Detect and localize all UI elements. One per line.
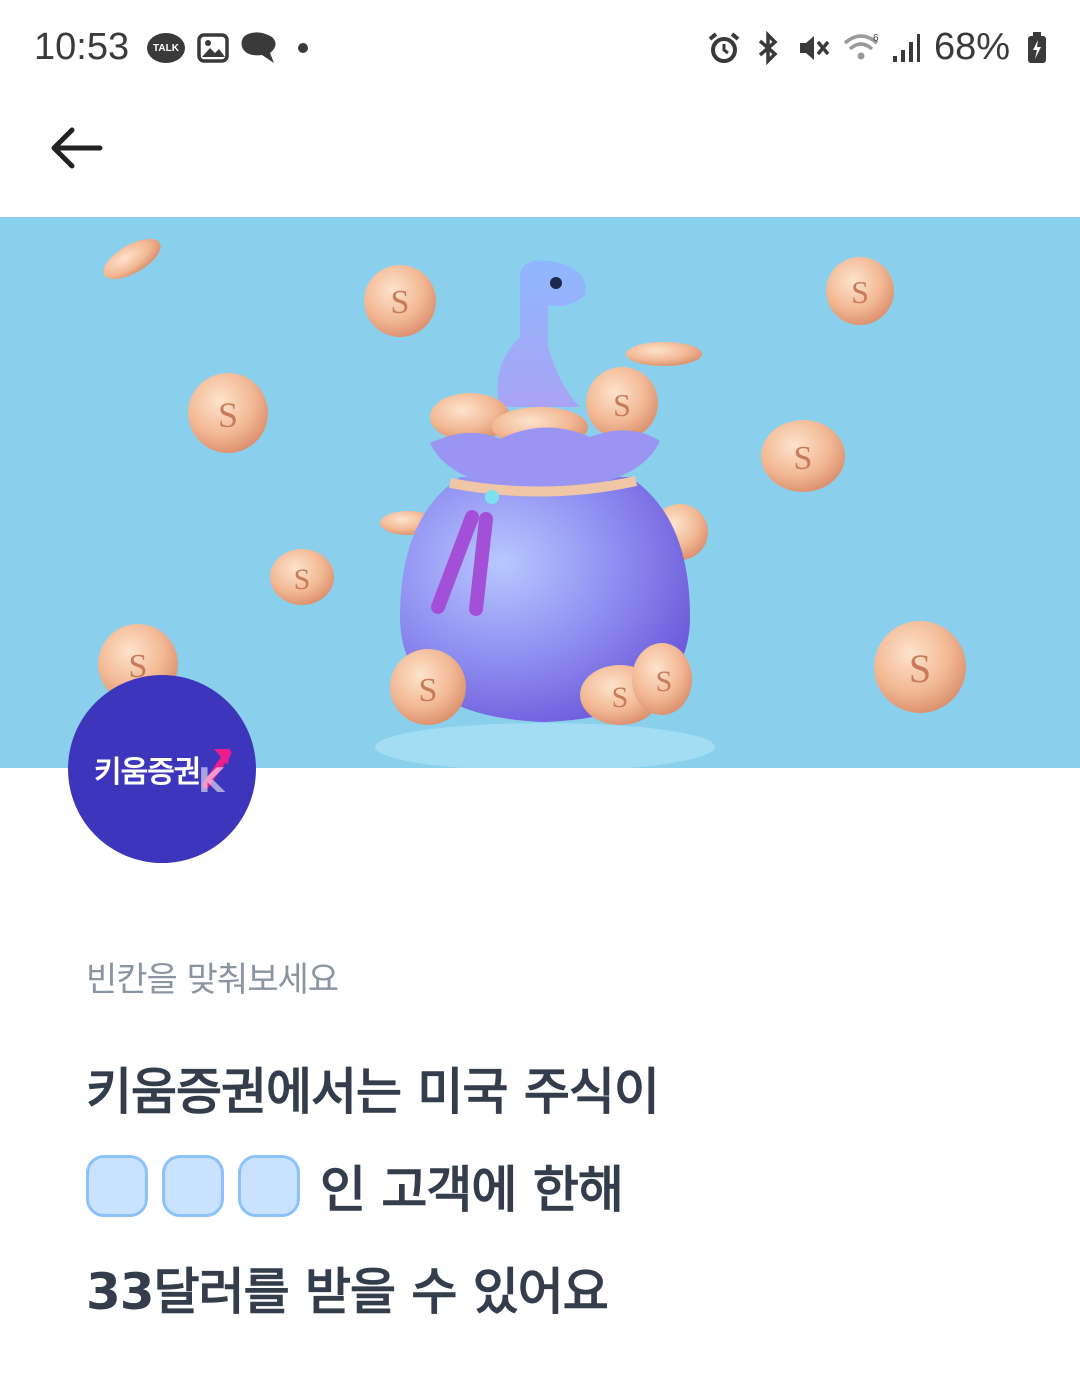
svg-text:S: S xyxy=(218,395,238,435)
bluetooth-icon xyxy=(752,30,784,66)
battery-percent: 68% xyxy=(934,26,1011,68)
blank-box-1[interactable] xyxy=(86,1155,148,1217)
svg-text:S: S xyxy=(794,440,813,477)
svg-text:S: S xyxy=(612,681,629,714)
svg-text:6: 6 xyxy=(873,33,879,44)
svg-text:S: S xyxy=(851,274,869,310)
back-button[interactable] xyxy=(40,112,112,184)
notification-dot-icon xyxy=(296,30,310,66)
svg-text:S: S xyxy=(909,646,931,691)
arrow-left-icon xyxy=(51,127,103,169)
alarm-icon xyxy=(706,30,742,66)
quiz-question-line-1: 키움증권에서는 미국 주식이 xyxy=(86,1063,660,1121)
svg-text:S: S xyxy=(656,665,673,698)
svg-text:S: S xyxy=(391,284,410,321)
svg-text:S: S xyxy=(613,387,631,423)
talk-badge: TALK xyxy=(147,33,185,63)
quiz-line-2-suffix: 인 고객에 한해 xyxy=(320,1161,624,1219)
blank-box-2[interactable] xyxy=(162,1155,224,1217)
battery-charging-icon xyxy=(1026,30,1048,66)
vibrate-mute-icon xyxy=(796,30,830,66)
logo-k-mark: K xyxy=(198,761,226,801)
svg-text:S: S xyxy=(419,672,438,709)
quiz-question-line-2: 인 고객에 한해 xyxy=(86,1150,624,1222)
svg-text:S: S xyxy=(294,563,311,596)
chat-icon xyxy=(238,30,280,66)
status-bar: 10:53 TALK 6 68% xyxy=(0,0,1080,96)
signal-icon xyxy=(890,30,922,66)
kakaotalk-icon: TALK xyxy=(146,30,186,66)
quiz-hint: 빈칸을 맞춰보세요 xyxy=(86,960,339,1000)
gallery-icon xyxy=(196,30,230,66)
kiwoom-logo: K 키움증권 xyxy=(68,675,256,863)
blank-box-3[interactable] xyxy=(238,1155,300,1217)
logo-brand-name: 키움증권 xyxy=(94,755,201,790)
wifi-icon: 6 xyxy=(842,30,884,66)
status-time: 10:53 xyxy=(34,26,130,68)
quiz-question-line-3: 33달러를 받을 수 있어요 xyxy=(86,1263,609,1321)
